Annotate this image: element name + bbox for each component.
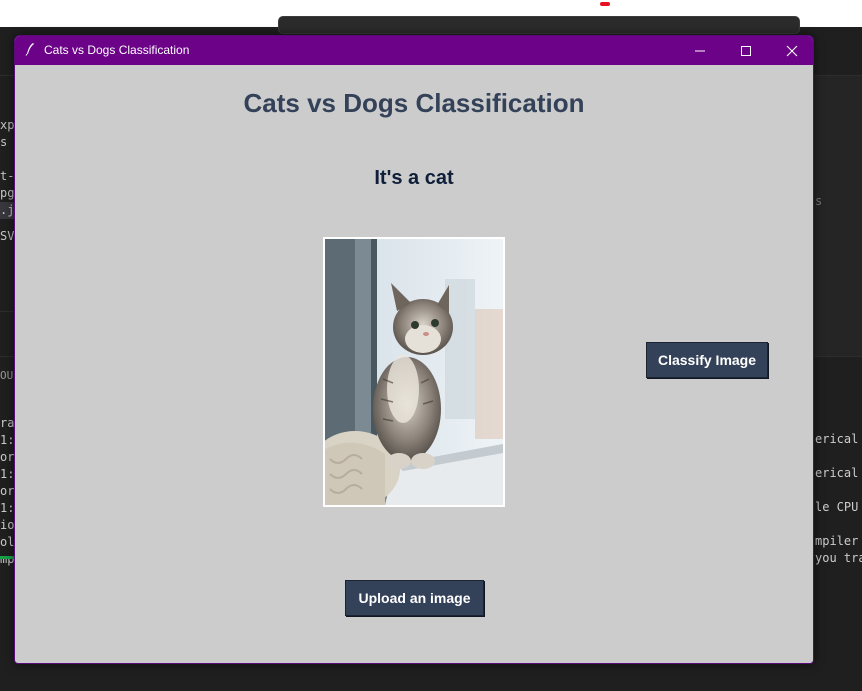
page-title: Cats vs Dogs Classification xyxy=(243,88,585,118)
classify-image-button[interactable]: Classify Image xyxy=(646,342,768,378)
background-search-box xyxy=(278,16,800,34)
upload-image-button[interactable]: Upload an image xyxy=(345,580,484,616)
feather-icon xyxy=(25,43,34,56)
background-terminal-right-text: erical erical le CPU impiler tyou tra xyxy=(815,432,862,565)
title-bar[interactable]: Cats vs Dogs Classification xyxy=(15,36,813,65)
background-red-indicator xyxy=(600,2,610,6)
close-button[interactable] xyxy=(769,36,813,65)
minimize-button[interactable] xyxy=(677,36,723,65)
background-terminal-progress xyxy=(0,556,14,559)
window-title: Cats vs Dogs Classification xyxy=(44,43,190,57)
maximize-button[interactable] xyxy=(723,36,769,65)
background-terminal-header: OU xyxy=(0,369,14,382)
background-right-fragment: s xyxy=(815,194,823,208)
classification-result: It's a cat xyxy=(374,167,454,189)
app-window: Cats vs Dogs Classification Cats vs Dogs… xyxy=(14,35,814,664)
background-right-panel xyxy=(814,75,862,357)
maximize-icon xyxy=(741,45,751,56)
background-divider xyxy=(0,311,14,312)
minimize-icon xyxy=(695,50,705,51)
close-icon xyxy=(786,45,798,56)
cat-photo xyxy=(323,237,505,507)
cat-image xyxy=(325,239,503,505)
